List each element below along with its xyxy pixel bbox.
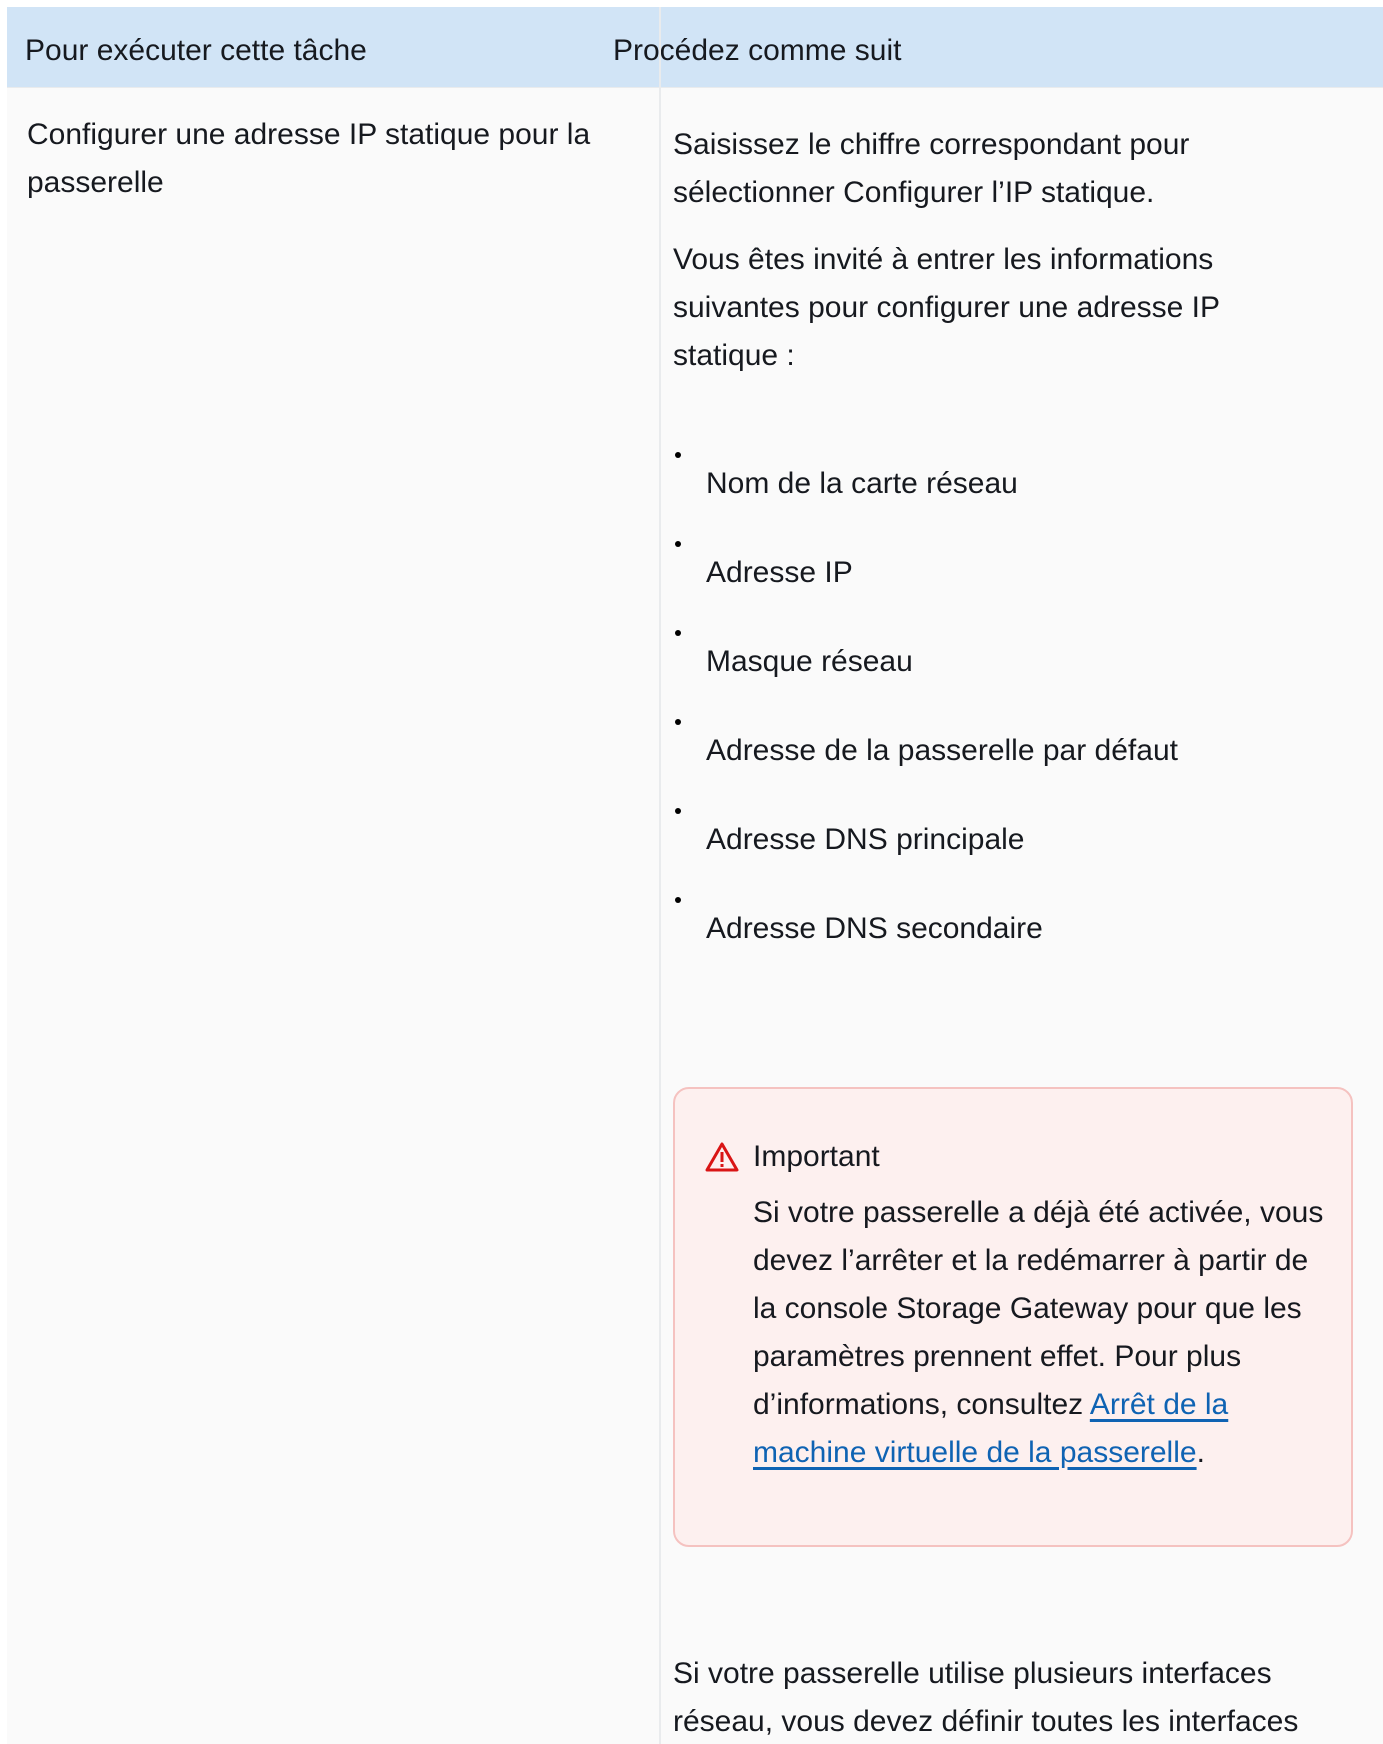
task-cell: Configurer une adresse IP statique pour … [27, 118, 591, 199]
fields-list: Nom de la carte réseau Adresse IP Masque r… [673, 444, 1313, 978]
step-enter-info: Vous êtes invité à entrer les informatio… [673, 243, 1220, 372]
header-procedure: Procédez comme suit [613, 34, 902, 67]
bullet-icon [675, 897, 681, 903]
alert-body: Si votre passerelle a déjà été activée, … [753, 1189, 1333, 1477]
header-task: Pour exécuter cette tâche [25, 34, 367, 67]
bullet-icon [675, 719, 681, 725]
warning-triangle-icon [705, 1142, 739, 1172]
list-item: Adresse DNS secondaire [673, 889, 1313, 978]
field-label: Masque réseau [706, 645, 913, 678]
alert-text: Si votre passerelle a déjà été activée, … [753, 1196, 1324, 1421]
list-item: Adresse IP [673, 533, 1313, 622]
field-label: Adresse DNS principale [706, 823, 1025, 856]
field-label: Adresse IP [706, 556, 853, 589]
alert-suffix: . [1196, 1436, 1205, 1469]
list-item: Adresse de la passerelle par défaut [673, 711, 1313, 800]
column-divider [659, 7, 661, 1744]
step-multiple-interfaces: Si votre passerelle utilise plusieurs in… [673, 1657, 1299, 1738]
table-header: Pour exécuter cette tâche Procédez comme… [7, 7, 1383, 87]
row-divider [7, 87, 1383, 88]
list-item: Masque réseau [673, 622, 1313, 711]
important-alert: Important Si votre passerelle a déjà été… [673, 1087, 1353, 1547]
list-item: Adresse DNS principale [673, 800, 1313, 889]
field-label: Nom de la carte réseau [706, 467, 1018, 500]
bullet-icon [675, 630, 681, 636]
bullet-icon [675, 541, 681, 547]
step-select-static-ip: Saisissez le chiffre correspondant pour … [673, 128, 1190, 209]
bullet-icon [675, 808, 681, 814]
field-label: Adresse DNS secondaire [706, 912, 1043, 945]
list-item: Nom de la carte réseau [673, 444, 1313, 533]
alert-title: Important [753, 1140, 880, 1173]
bullet-icon [675, 452, 681, 458]
field-label: Adresse de la passerelle par défaut [706, 734, 1178, 767]
